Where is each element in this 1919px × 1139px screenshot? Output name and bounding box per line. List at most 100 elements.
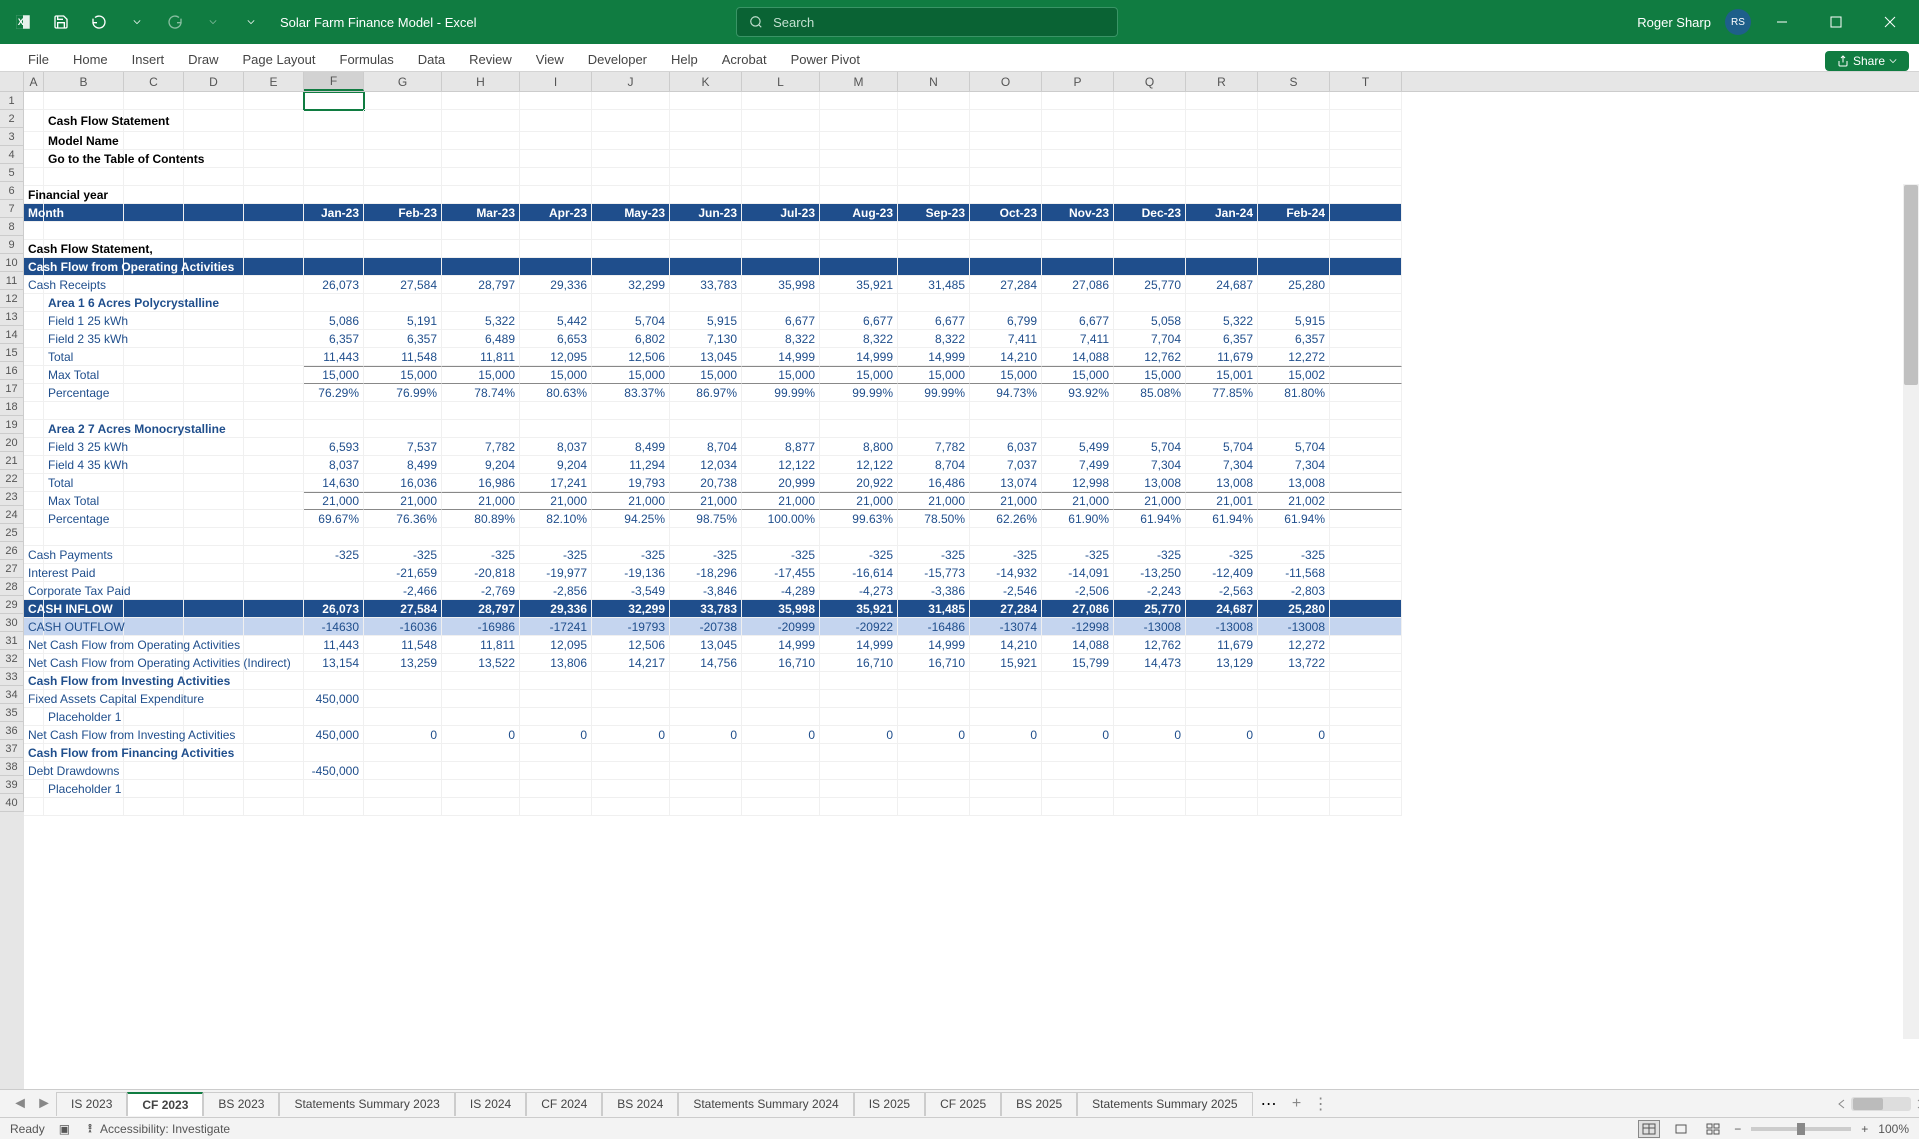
cell[interactable]: 21,001 bbox=[1186, 492, 1258, 510]
cell[interactable] bbox=[670, 132, 742, 150]
cell[interactable]: -17241 bbox=[520, 618, 592, 636]
cell[interactable]: -2,563 bbox=[1186, 582, 1258, 600]
cell[interactable] bbox=[442, 150, 520, 168]
cell[interactable] bbox=[244, 546, 304, 564]
row-header-34[interactable]: 34 bbox=[0, 686, 24, 704]
cell[interactable]: 20,738 bbox=[670, 474, 742, 492]
cell[interactable] bbox=[898, 402, 970, 420]
cell[interactable] bbox=[670, 92, 742, 110]
cell[interactable]: -325 bbox=[670, 546, 742, 564]
cell[interactable] bbox=[442, 798, 520, 816]
cell[interactable]: 21,002 bbox=[1258, 492, 1330, 510]
cell[interactable]: 5,191 bbox=[364, 312, 442, 330]
cell[interactable]: 6,489 bbox=[442, 330, 520, 348]
cell[interactable]: 6,357 bbox=[304, 330, 364, 348]
cell[interactable] bbox=[44, 402, 124, 420]
cell[interactable] bbox=[124, 438, 184, 456]
cell[interactable] bbox=[124, 618, 184, 636]
vertical-scrollbar[interactable] bbox=[1903, 184, 1919, 1039]
col-header-J[interactable]: J bbox=[592, 72, 670, 91]
cell[interactable]: Feb-23 bbox=[364, 204, 442, 222]
cell[interactable] bbox=[364, 708, 442, 726]
page-break-view-button[interactable] bbox=[1702, 1120, 1724, 1138]
cell[interactable] bbox=[1330, 726, 1402, 744]
cell[interactable]: 8,322 bbox=[742, 330, 820, 348]
cell[interactable] bbox=[820, 672, 898, 690]
cell[interactable] bbox=[1330, 132, 1402, 150]
cell[interactable]: Cash Receipts bbox=[24, 276, 44, 294]
cell[interactable]: 0 bbox=[820, 726, 898, 744]
cell[interactable] bbox=[244, 258, 304, 276]
cell[interactable] bbox=[742, 132, 820, 150]
cell[interactable]: 12,122 bbox=[820, 456, 898, 474]
col-header-B[interactable]: B bbox=[44, 72, 124, 91]
cell[interactable]: -16986 bbox=[442, 618, 520, 636]
cell[interactable]: -13008 bbox=[1114, 618, 1186, 636]
cell[interactable]: 450,000 bbox=[304, 726, 364, 744]
cell[interactable] bbox=[592, 708, 670, 726]
cell[interactable]: 5,915 bbox=[1258, 312, 1330, 330]
cell[interactable]: -325 bbox=[520, 546, 592, 564]
cell[interactable]: 62.26% bbox=[970, 510, 1042, 528]
cell[interactable] bbox=[244, 276, 304, 294]
cell[interactable] bbox=[1042, 708, 1114, 726]
cell[interactable]: 15,000 bbox=[364, 366, 442, 384]
cell[interactable] bbox=[670, 528, 742, 546]
cell[interactable] bbox=[1258, 762, 1330, 780]
cell[interactable]: 61.94% bbox=[1258, 510, 1330, 528]
cell[interactable]: 26,073 bbox=[304, 276, 364, 294]
cell[interactable]: 80.89% bbox=[442, 510, 520, 528]
cell[interactable] bbox=[742, 92, 820, 110]
cell[interactable] bbox=[1114, 780, 1186, 798]
cell[interactable] bbox=[1114, 672, 1186, 690]
cell[interactable] bbox=[898, 294, 970, 312]
cell[interactable]: 14,088 bbox=[1042, 348, 1114, 366]
cell[interactable] bbox=[304, 564, 364, 582]
row-header-29[interactable]: 29 bbox=[0, 596, 24, 614]
cell[interactable] bbox=[304, 672, 364, 690]
cell[interactable] bbox=[1258, 780, 1330, 798]
cell[interactable] bbox=[304, 168, 364, 186]
cell[interactable]: 35,921 bbox=[820, 276, 898, 294]
cell[interactable]: 33,783 bbox=[670, 276, 742, 294]
cell[interactable]: -20,818 bbox=[442, 564, 520, 582]
row-header-15[interactable]: 15 bbox=[0, 344, 24, 362]
cell[interactable] bbox=[1330, 384, 1402, 402]
cell[interactable] bbox=[1330, 510, 1402, 528]
cell[interactable] bbox=[304, 150, 364, 168]
cell[interactable] bbox=[898, 690, 970, 708]
cell[interactable]: 13,045 bbox=[670, 636, 742, 654]
cell[interactable] bbox=[44, 222, 124, 240]
cell[interactable] bbox=[184, 92, 244, 110]
maximize-button[interactable] bbox=[1813, 7, 1859, 37]
cell[interactable] bbox=[244, 510, 304, 528]
cell[interactable]: 14,999 bbox=[898, 636, 970, 654]
cell[interactable] bbox=[970, 240, 1042, 258]
cell[interactable] bbox=[24, 330, 44, 348]
cell[interactable]: 5,704 bbox=[1258, 438, 1330, 456]
cell[interactable] bbox=[184, 618, 244, 636]
cell[interactable]: 61.90% bbox=[1042, 510, 1114, 528]
cell[interactable] bbox=[364, 798, 442, 816]
cell[interactable] bbox=[898, 798, 970, 816]
cell[interactable] bbox=[304, 528, 364, 546]
cell[interactable]: -14630 bbox=[304, 618, 364, 636]
cell[interactable] bbox=[442, 222, 520, 240]
cell[interactable]: 8,499 bbox=[364, 456, 442, 474]
cell[interactable] bbox=[1330, 546, 1402, 564]
cell[interactable]: May-23 bbox=[592, 204, 670, 222]
cell[interactable]: 7,704 bbox=[1114, 330, 1186, 348]
page-layout-view-button[interactable] bbox=[1670, 1120, 1692, 1138]
cell[interactable]: 11,811 bbox=[442, 348, 520, 366]
cell[interactable] bbox=[1330, 492, 1402, 510]
cell[interactable] bbox=[520, 780, 592, 798]
ribbon-tab-review[interactable]: Review bbox=[457, 48, 524, 71]
cell[interactable] bbox=[244, 420, 304, 438]
cell[interactable] bbox=[820, 222, 898, 240]
cell[interactable]: 32,299 bbox=[592, 600, 670, 618]
cell[interactable]: Total bbox=[44, 474, 124, 492]
cell[interactable]: 21,000 bbox=[820, 492, 898, 510]
cell[interactable]: 0 bbox=[442, 726, 520, 744]
normal-view-button[interactable] bbox=[1638, 1120, 1660, 1138]
cell[interactable]: 81.80% bbox=[1258, 384, 1330, 402]
